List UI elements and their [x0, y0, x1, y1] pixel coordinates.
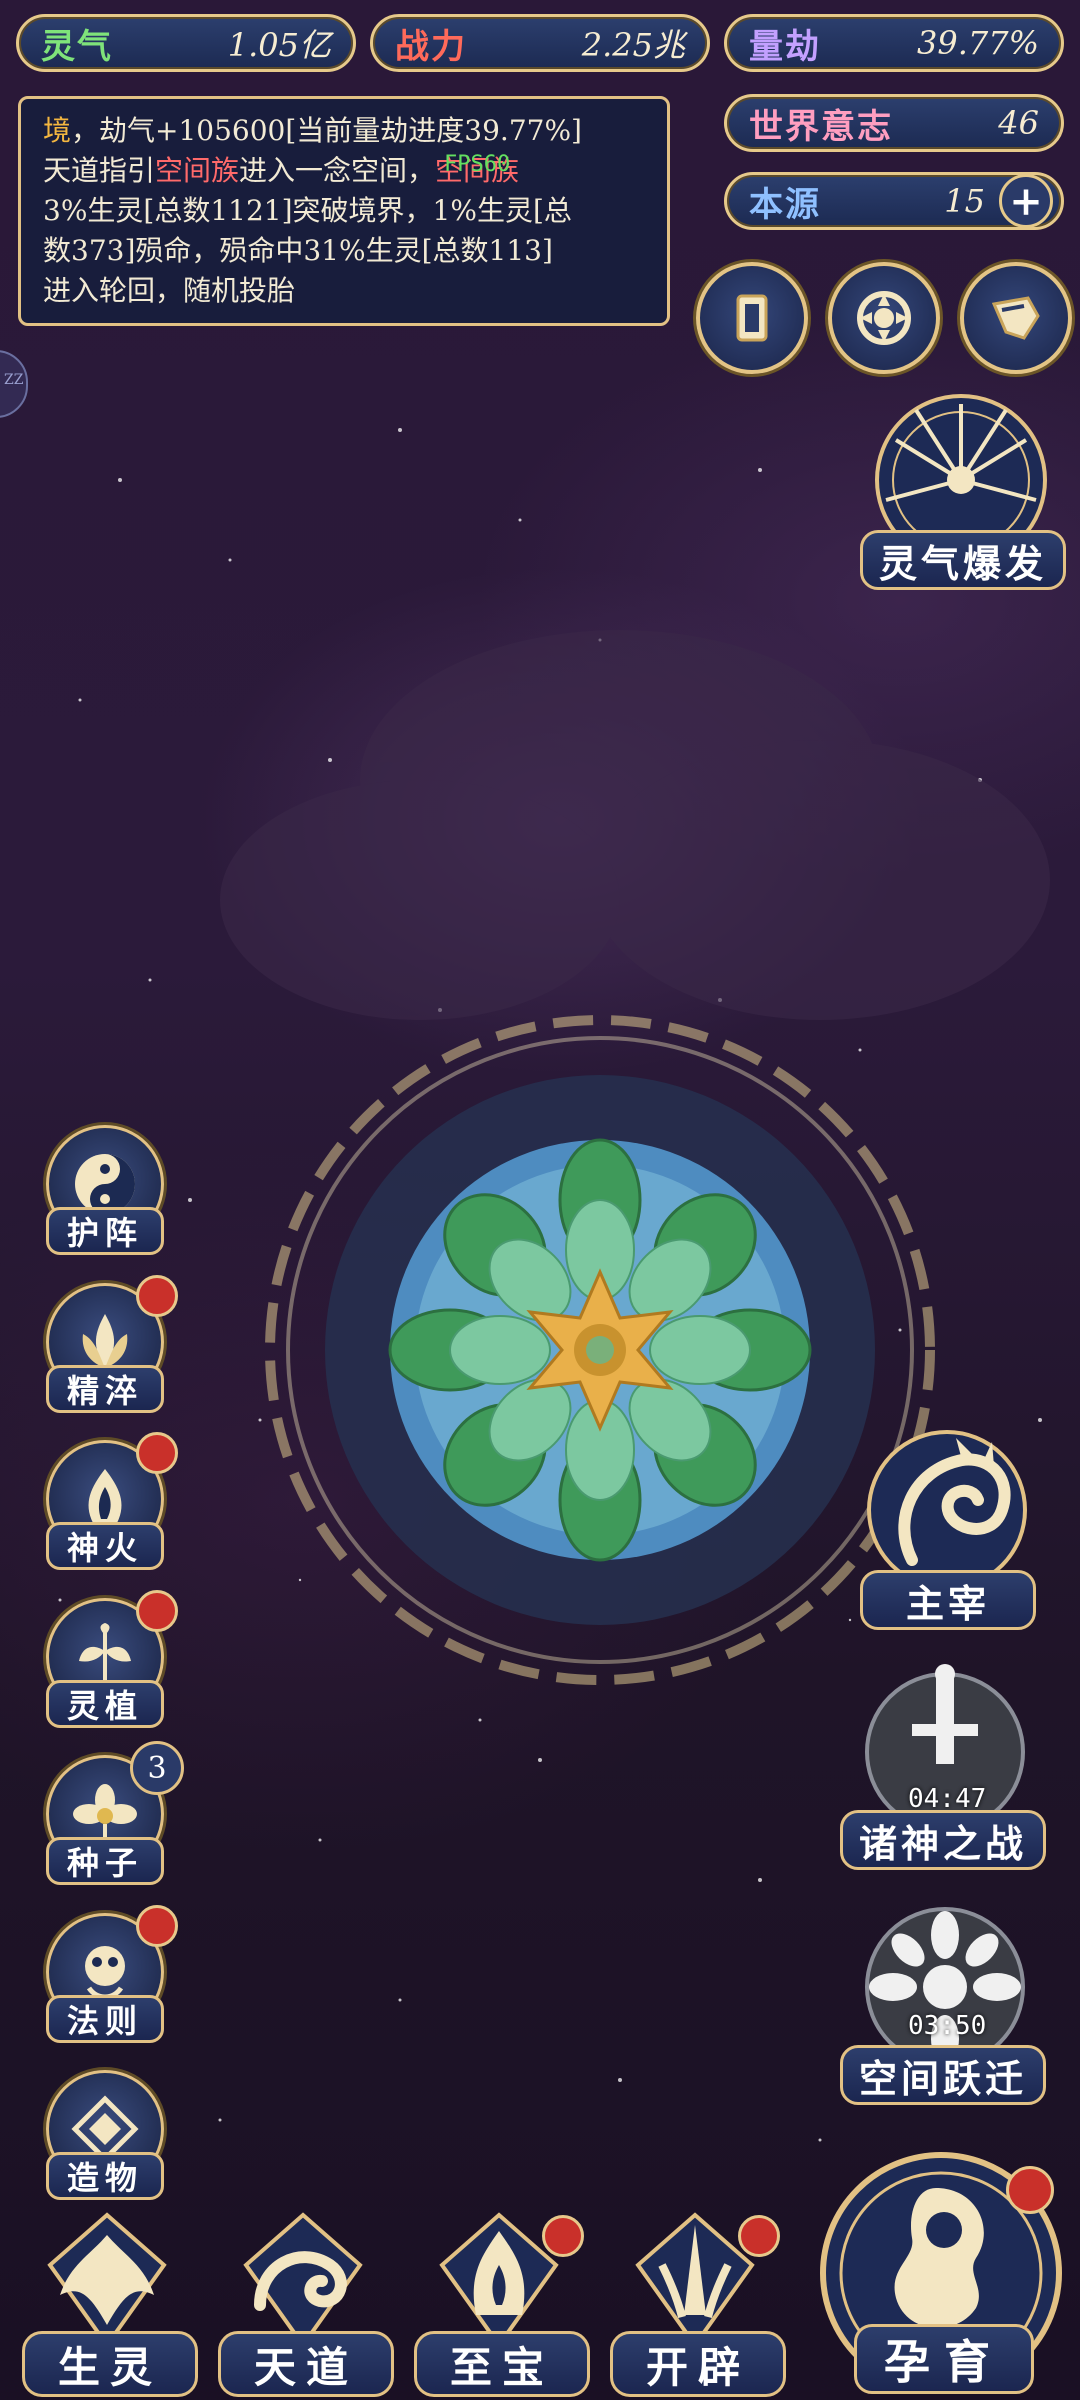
refine-alert-dot: [136, 1275, 178, 1317]
creatures-tab-button[interactable]: 生灵: [22, 2205, 198, 2397]
lingqi-label: 灵气: [41, 26, 113, 67]
refine-label: 精淬: [46, 1365, 164, 1413]
card-button[interactable]: [696, 262, 808, 374]
breed-alert-dot: [1006, 2166, 1054, 2214]
liangjie-resource-bar[interactable]: 量劫 39.77%: [724, 14, 1064, 72]
spirit-plant-alert-dot: [136, 1590, 178, 1632]
seed-label: 种子: [46, 1837, 164, 1885]
liangjie-label: 量劫: [749, 26, 821, 67]
breed-label: 孕育: [854, 2324, 1034, 2394]
gods-war-label: 诸神之战: [840, 1810, 1046, 1870]
world-will-value: 46: [998, 104, 1039, 142]
divine-fire-alert-dot: [136, 1432, 178, 1474]
benyuan-bar[interactable]: 本源 15 +: [724, 172, 1064, 230]
zhanli-label: 战力: [395, 26, 467, 67]
fps-counter: FPS60: [444, 152, 511, 177]
treasure-tab-button[interactable]: 至宝: [414, 2205, 590, 2397]
treasure-label: 至宝: [414, 2331, 590, 2397]
master-label: 主宰: [860, 1570, 1036, 1630]
breed-button[interactable]: 孕育: [816, 2148, 1066, 2398]
space-leap-label: 空间跃迁: [840, 2045, 1046, 2105]
log-line-5: 进入轮回，随机投胎: [43, 274, 296, 307]
scroll-button[interactable]: [960, 262, 1072, 374]
master-button[interactable]: 主宰: [852, 1420, 1042, 1630]
log-line-1: ，劫气+105600[当前量劫进度39.77%]: [71, 114, 582, 147]
seed-button[interactable]: 种子 3: [38, 1741, 184, 1885]
log-line-4: 数373]殒命，殒命中31%生灵[总数113]: [43, 234, 553, 267]
law-button[interactable]: 法则: [38, 1905, 178, 2043]
world-will-label: 世界意志: [749, 106, 893, 147]
portal-icon: [857, 291, 911, 345]
law-alert-dot: [136, 1905, 178, 1947]
treasure-alert-dot: [542, 2215, 584, 2257]
law-label: 法则: [46, 1995, 164, 2043]
space-leap-timer: 03:50: [908, 2011, 987, 2041]
refine-button[interactable]: 精淬: [38, 1275, 178, 1413]
heaven-tab-button[interactable]: 天道: [218, 2205, 394, 2397]
log-line-2b: 进入一念空间，: [239, 154, 436, 187]
card-icon: [736, 294, 768, 342]
liangjie-value: 39.77%: [916, 24, 1039, 62]
zhanli-value: 2.25兆: [581, 26, 685, 64]
open-alert-dot: [738, 2215, 780, 2257]
burst-icon: [875, 394, 1047, 540]
divine-fire-label: 神火: [46, 1522, 164, 1570]
log-line-3: 3%生灵[总数1121]突破境界，1%生灵[总: [43, 194, 572, 227]
log-line-2a: 天道指引: [43, 154, 156, 187]
world-will-bar[interactable]: 世界意志 46: [724, 94, 1064, 152]
lingqi-resource-bar[interactable]: 灵气 1.05亿: [16, 14, 356, 72]
benyuan-value: 15: [944, 182, 985, 220]
dragon-icon: [867, 1430, 1027, 1590]
protect-array-button[interactable]: 护阵: [38, 1125, 168, 1255]
space-leap-button[interactable]: 03:50 空间跃迁: [840, 1895, 1050, 2105]
creation-label: 造物: [46, 2152, 164, 2200]
open-tab-button[interactable]: 开辟: [610, 2205, 786, 2397]
lingqi-burst-label: 灵气爆发: [860, 530, 1066, 590]
log-race-name: 空间族: [155, 154, 240, 187]
open-label: 开辟: [610, 2331, 786, 2397]
lingqi-value: 1.05亿: [227, 26, 331, 64]
spirit-plant-button[interactable]: 灵植: [38, 1590, 178, 1728]
divine-fire-button[interactable]: 神火: [38, 1432, 178, 1570]
seed-count-badge: 3: [130, 1741, 184, 1795]
add-benyuan-button[interactable]: +: [999, 174, 1053, 228]
scroll-icon: [991, 296, 1040, 340]
heaven-label: 天道: [218, 2331, 394, 2397]
event-log-panel: 境，劫气+105600[当前量劫进度39.77%] 天道指引空间族进入一念空间，…: [18, 96, 670, 326]
protect-array-label: 护阵: [46, 1207, 164, 1255]
side-drawer-tab[interactable]: ZZ: [0, 350, 28, 418]
portal-button[interactable]: [828, 262, 940, 374]
zhanli-resource-bar[interactable]: 战力 2.25兆: [370, 14, 710, 72]
log-prefix: 境: [43, 114, 72, 147]
spirit-plant-label: 灵植: [46, 1680, 164, 1728]
lingqi-burst-button[interactable]: 灵气爆发: [860, 390, 1066, 590]
creatures-label: 生灵: [22, 2331, 198, 2397]
side-drawer-label: ZZ: [4, 372, 24, 388]
benyuan-label: 本源: [749, 184, 821, 225]
creation-button[interactable]: 造物: [38, 2070, 168, 2200]
world-planet[interactable]: [250, 1000, 950, 1700]
gods-war-button[interactable]: 04:47 诸神之战: [840, 1660, 1050, 1870]
